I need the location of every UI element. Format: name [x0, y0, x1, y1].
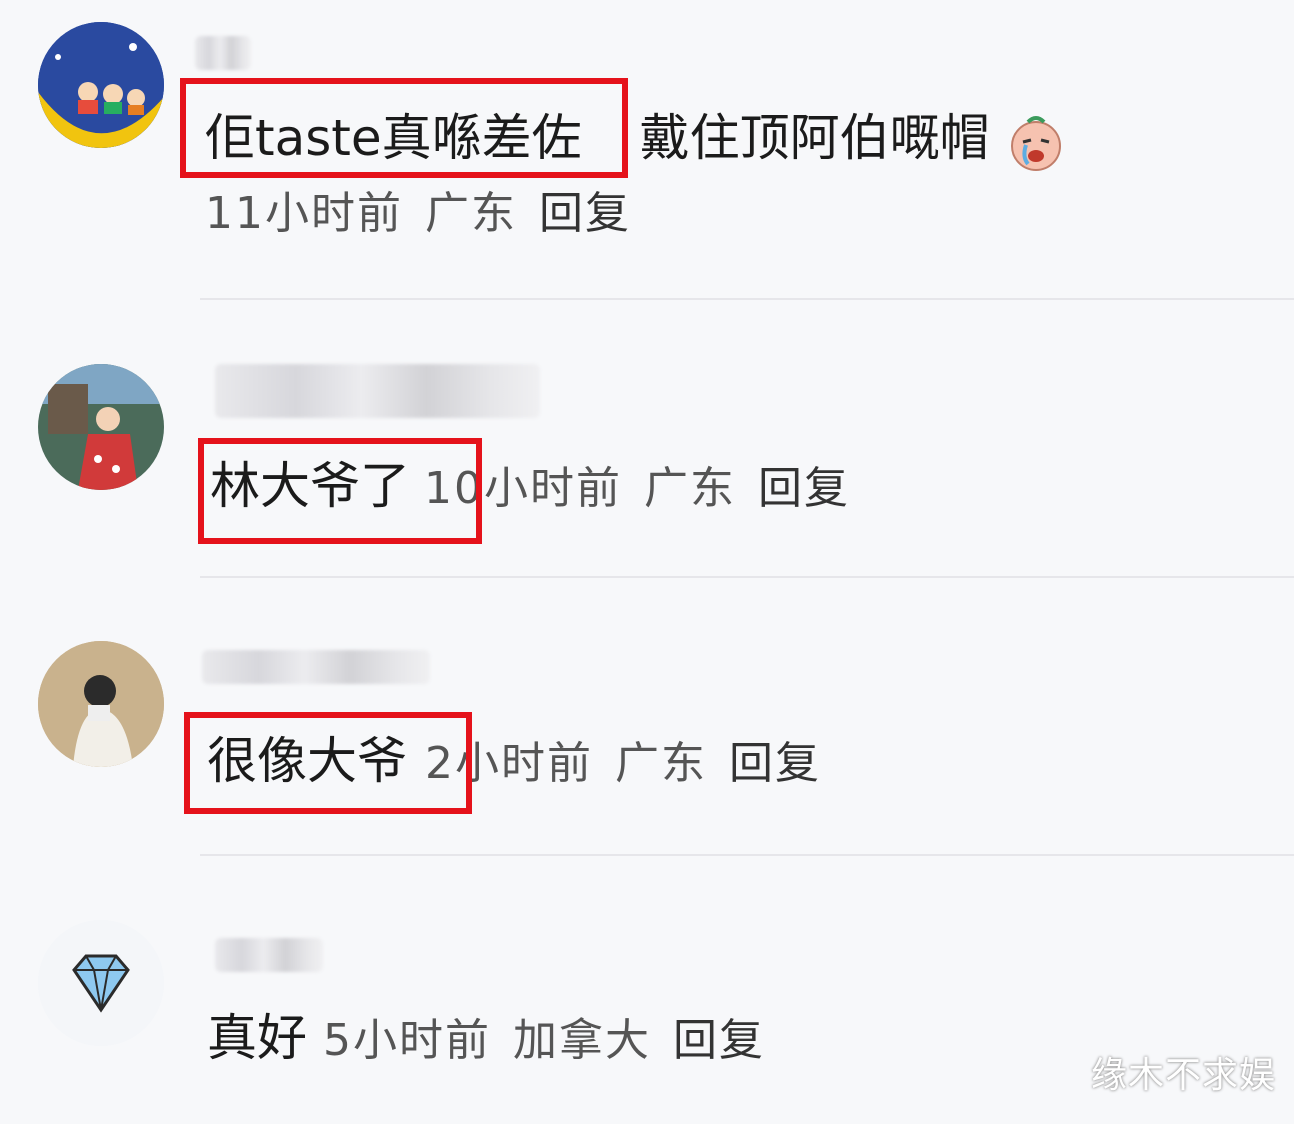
blurred-username — [215, 364, 540, 418]
divider — [200, 854, 1294, 856]
comment-text: 真好 — [207, 1009, 307, 1067]
comment-body: 真好 5小时前 加拿大 回复 — [207, 1008, 765, 1071]
reply-button[interactable]: 回复 — [539, 188, 631, 239]
comment-location: 广东 — [425, 188, 517, 239]
divider — [200, 576, 1294, 578]
comment-location: 广东 — [644, 463, 736, 514]
watermark: 缘木不求娱 — [1090, 1055, 1276, 1096]
comment-text-more: 戴住顶阿伯嘅帽 — [639, 109, 990, 167]
reply-button[interactable]: 回复 — [758, 463, 850, 514]
comment-location: 广东 — [615, 738, 707, 789]
blurred-username — [215, 938, 323, 972]
blurred-username — [202, 650, 430, 684]
photo-avatar-icon — [38, 641, 164, 767]
comment-meta: 11小时前 广东 回复 — [205, 184, 631, 244]
comment-location: 加拿大 — [513, 1015, 651, 1066]
comment-time: 11小时前 — [205, 188, 403, 239]
avatar[interactable] — [38, 920, 164, 1046]
highlight-box — [198, 438, 482, 544]
avatar[interactable] — [38, 22, 164, 148]
comment-time: 5小时前 — [323, 1015, 491, 1066]
blurred-username — [195, 36, 251, 70]
diamond-icon — [38, 920, 164, 1046]
cartoon-moon-avatar-icon — [38, 22, 164, 148]
reply-button[interactable]: 回复 — [729, 738, 821, 789]
avatar[interactable] — [38, 364, 164, 490]
reply-button[interactable]: 回复 — [673, 1015, 765, 1066]
crying-face-icon — [1006, 112, 1066, 172]
avatar[interactable] — [38, 641, 164, 767]
photo-avatar-icon — [38, 364, 164, 490]
comment-1: 佢taste真喺差佐 戴住顶阿伯嘅帽 11小时前 广东 回复 — [0, 0, 1294, 300]
divider — [200, 298, 1294, 300]
highlight-box — [180, 78, 628, 178]
highlight-box — [184, 712, 472, 814]
